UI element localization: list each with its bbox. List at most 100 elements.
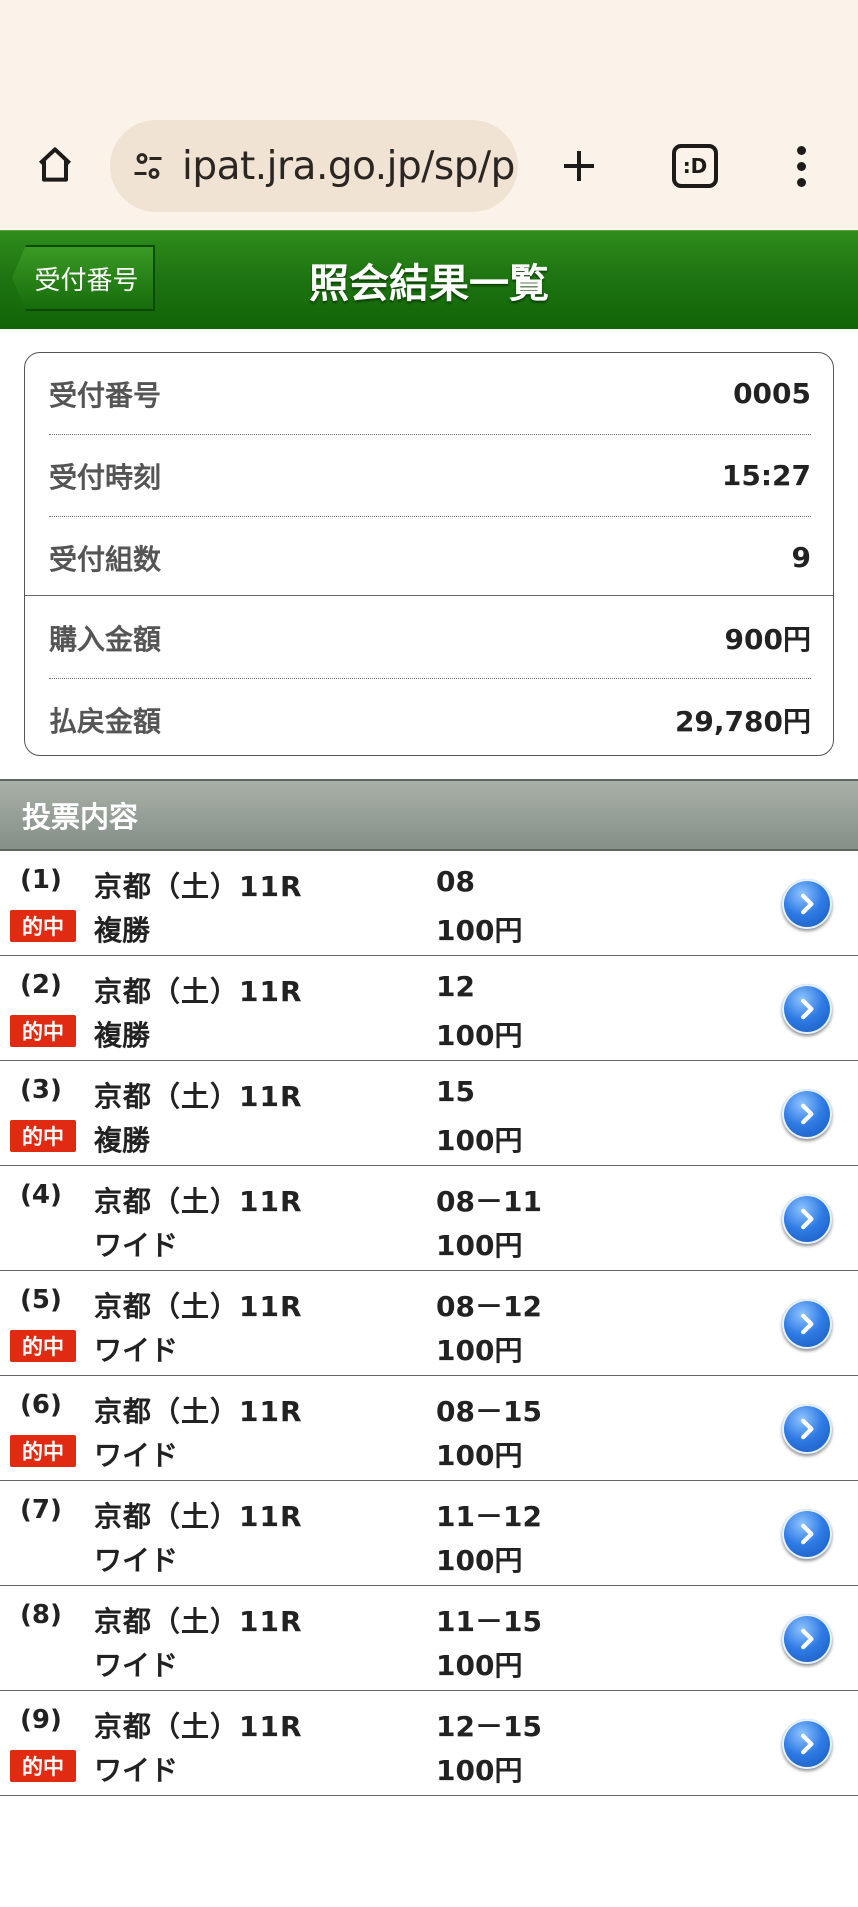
bet-type: ワイド (94, 1544, 179, 1577)
tab-switcher-button[interactable]: :D (662, 130, 728, 202)
divider (25, 595, 833, 596)
bet-race: 京都（土）11R (94, 870, 303, 903)
bet-amount: 100円 (436, 1334, 523, 1367)
chevron-right-icon[interactable] (782, 1194, 832, 1244)
chevron-right-icon[interactable] (782, 984, 832, 1034)
bet-amount: 100円 (436, 1649, 523, 1682)
section-header: 投票内容 (0, 779, 858, 851)
more-vert-icon[interactable] (776, 130, 826, 202)
bet-number: (9) (20, 1705, 62, 1735)
bet-amount: 100円 (436, 1544, 523, 1577)
home-icon (38, 147, 72, 182)
bet-amount: 100円 (436, 1439, 523, 1472)
bet-row[interactable]: (7) 京都（土）11R ワイド 11－12 100円 (0, 1481, 858, 1586)
bet-type: ワイド (94, 1649, 179, 1682)
address-bar[interactable]: ipat.jra.go.jp/sp/p (110, 120, 518, 212)
back-button[interactable]: 受付番号 (12, 245, 155, 311)
bet-race: 京都（土）11R (94, 1395, 303, 1428)
bet-amount: 100円 (436, 1754, 523, 1787)
bet-type: 複勝 (94, 1019, 151, 1052)
bet-type: 複勝 (94, 914, 151, 947)
receipt-time-row: 受付時刻 15:27 (49, 435, 811, 516)
bet-type: ワイド (94, 1229, 179, 1262)
bet-combination: 12－15 (436, 1710, 542, 1743)
purchase-value: 900円 (724, 622, 811, 656)
plus-icon (564, 151, 594, 181)
bet-combination: 15 (436, 1075, 475, 1108)
bet-combination: 08－12 (436, 1290, 542, 1323)
site-settings-icon[interactable] (130, 146, 170, 186)
bet-number: (8) (20, 1600, 62, 1630)
bet-amount: 100円 (436, 1019, 523, 1052)
bet-row[interactable]: (5) 的中 京都（土）11R ワイド 08－12 100円 (0, 1271, 858, 1376)
browser-toolbar: ipat.jra.go.jp/sp/p :D (0, 0, 858, 230)
chevron-right-icon[interactable] (782, 1089, 832, 1139)
combos-row: 受付組数 9 (49, 517, 811, 598)
bet-race: 京都（土）11R (94, 1185, 303, 1218)
bet-row[interactable]: (8) 京都（土）11R ワイド 11－15 100円 (0, 1586, 858, 1691)
receipt-number-row: 受付番号 0005 (49, 353, 811, 434)
purchase-row: 購入金額 900円 (49, 597, 811, 678)
bet-number: (4) (20, 1180, 62, 1210)
new-tab-button[interactable] (548, 130, 610, 202)
tab-switcher-icon: :D (672, 144, 718, 188)
chevron-right-icon[interactable] (782, 1614, 832, 1664)
receipt-number-label: 受付番号 (49, 378, 162, 412)
hit-badge: 的中 (10, 1120, 76, 1152)
home-button[interactable] (22, 132, 88, 198)
bet-type: ワイド (94, 1334, 179, 1367)
combos-value: 9 (791, 541, 811, 574)
chevron-right-icon[interactable] (782, 1299, 832, 1349)
bet-race: 京都（土）11R (94, 1500, 303, 1533)
page-header: 受付番号 照会結果一覧 (0, 230, 858, 329)
bet-row[interactable]: (6) 的中 京都（土）11R ワイド 08－15 100円 (0, 1376, 858, 1481)
bet-combination: 12 (436, 970, 475, 1003)
payout-value: 29,780円 (674, 704, 811, 738)
bet-row[interactable]: (9) 的中 京都（土）11R ワイド 12－15 100円 (0, 1691, 858, 1796)
bet-combination: 08－11 (436, 1185, 542, 1218)
bet-row[interactable]: (1) 的中 京都（土）11R 複勝 08 100円 (0, 851, 858, 956)
receipt-time-value: 15:27 (721, 459, 811, 492)
bet-combination: 11－15 (436, 1605, 542, 1638)
combos-label: 受付組数 (49, 542, 162, 576)
bet-type: 複勝 (94, 1124, 151, 1157)
chevron-right-icon[interactable] (782, 1719, 832, 1769)
bet-number: (3) (20, 1075, 62, 1105)
hit-badge: 的中 (10, 910, 76, 942)
hit-badge: 的中 (10, 1435, 76, 1467)
bet-number: (1) (20, 865, 62, 895)
bet-number: (2) (20, 970, 62, 1000)
bet-race: 京都（土）11R (94, 1605, 303, 1638)
bet-row[interactable]: (2) 的中 京都（土）11R 複勝 12 100円 (0, 956, 858, 1061)
tab-count: :D (682, 154, 708, 178)
chevron-right-icon[interactable] (782, 1509, 832, 1559)
bet-number: (6) (20, 1390, 62, 1420)
bet-race: 京都（土）11R (94, 1080, 303, 1113)
chevron-right-icon[interactable] (782, 879, 832, 929)
payout-label: 払戻金額 (49, 704, 162, 738)
receipt-summary: 受付番号 0005 受付時刻 15:27 受付組数 9 購入金額 900円 払戻… (24, 352, 834, 756)
bet-combination: 11－12 (436, 1500, 542, 1533)
bet-amount: 100円 (436, 1229, 523, 1262)
hit-badge: 的中 (10, 1330, 76, 1362)
bet-list: (1) 的中 京都（土）11R 複勝 08 100円 (2) 的中 京都（土）11R 複勝 12 10… (0, 851, 858, 1796)
bet-combination: 08 (436, 865, 475, 898)
bet-type: ワイド (94, 1439, 179, 1472)
receipt-time-label: 受付時刻 (49, 460, 162, 494)
bet-row[interactable]: (4) 京都（土）11R ワイド 08－11 100円 (0, 1166, 858, 1271)
bet-race: 京都（土）11R (94, 1710, 303, 1743)
bet-combination: 08－15 (436, 1395, 542, 1428)
bet-number: (5) (20, 1285, 62, 1315)
bet-race: 京都（土）11R (94, 1290, 303, 1323)
chevron-right-icon[interactable] (782, 1404, 832, 1454)
url-text: ipat.jra.go.jp/sp/p (182, 143, 515, 189)
hit-badge: 的中 (10, 1750, 76, 1782)
bet-type: ワイド (94, 1754, 179, 1787)
bet-number: (7) (20, 1495, 62, 1525)
bet-amount: 100円 (436, 1124, 523, 1157)
bet-row[interactable]: (3) 的中 京都（土）11R 複勝 15 100円 (0, 1061, 858, 1166)
bet-amount: 100円 (436, 914, 523, 947)
purchase-label: 購入金額 (49, 622, 162, 656)
receipt-number-value: 0005 (733, 377, 811, 410)
payout-row: 払戻金額 29,780円 (49, 679, 811, 755)
